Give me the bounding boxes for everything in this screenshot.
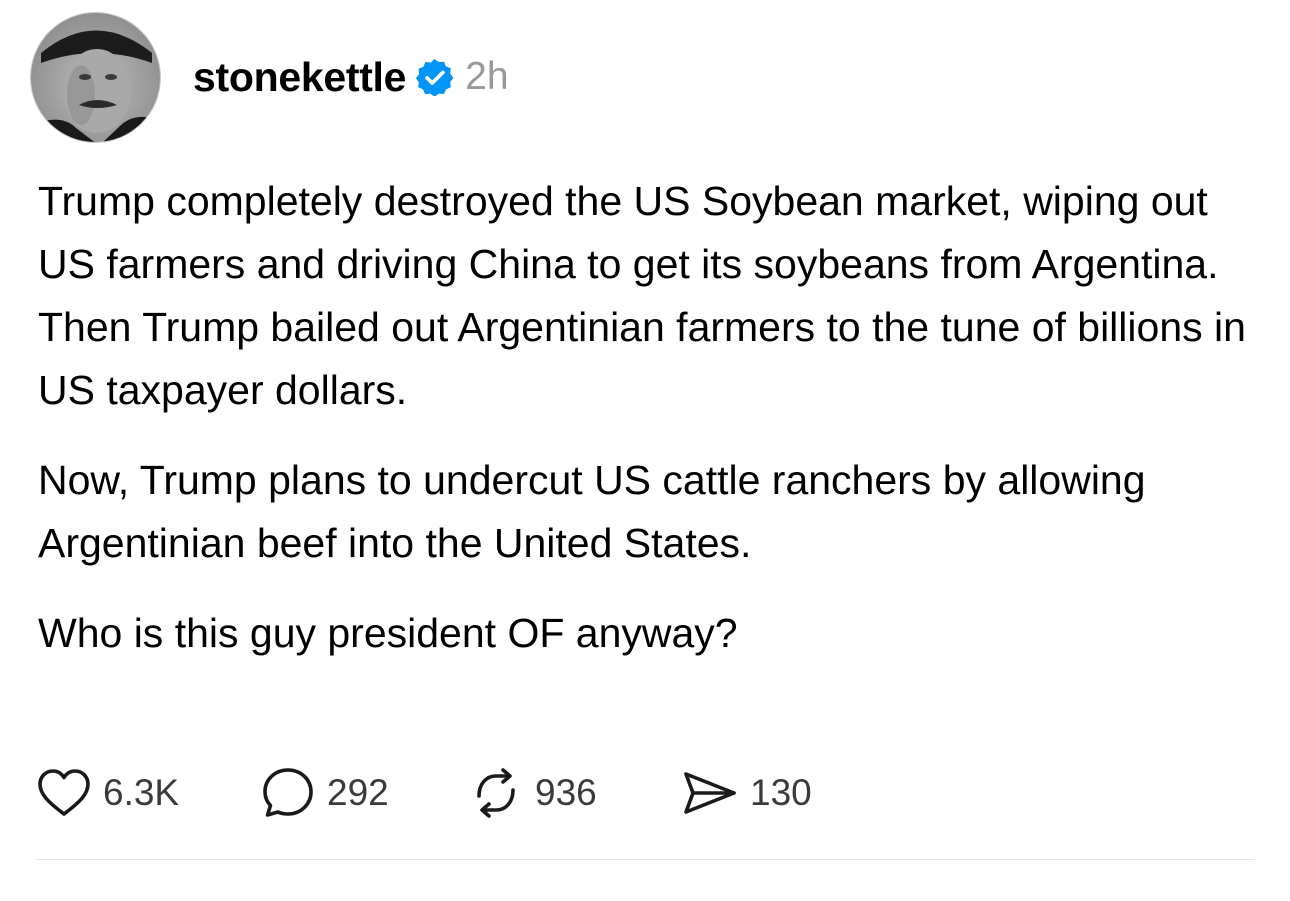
timestamp[interactable]: 2h <box>465 55 508 99</box>
post-paragraph: Trump completely destroyed the US Soybea… <box>38 178 1246 413</box>
reply-count: 292 <box>327 772 389 813</box>
avatar[interactable] <box>30 12 161 143</box>
share-count: 130 <box>750 772 812 813</box>
heart-icon <box>38 769 90 816</box>
repost-count: 936 <box>535 772 597 813</box>
verified-badge-icon <box>416 58 454 96</box>
avatar-photo <box>31 13 160 142</box>
repost-icon <box>477 768 515 818</box>
send-icon <box>684 772 736 814</box>
post-text: Trump completely destroyed the US Soybea… <box>38 170 1253 665</box>
post-paragraph: Now, Trump plans to undercut US cattle r… <box>38 457 1146 566</box>
repost-button[interactable]: 936 <box>469 766 682 820</box>
comment-icon <box>263 768 313 817</box>
divider <box>36 859 1255 860</box>
post-header: stonekettle 2h <box>193 52 509 102</box>
post-paragraph: Who is this guy president OF anyway? <box>38 610 738 656</box>
share-button[interactable]: 130 <box>682 768 812 818</box>
action-bar: 6.3K 292 936 130 <box>37 763 812 823</box>
like-button[interactable]: 6.3K <box>37 768 263 818</box>
reply-button[interactable]: 292 <box>261 766 469 820</box>
post-card: stonekettle 2h Trump completely destroye… <box>0 0 1290 901</box>
username-link[interactable]: stonekettle <box>193 54 406 101</box>
like-count: 6.3K <box>103 772 180 813</box>
